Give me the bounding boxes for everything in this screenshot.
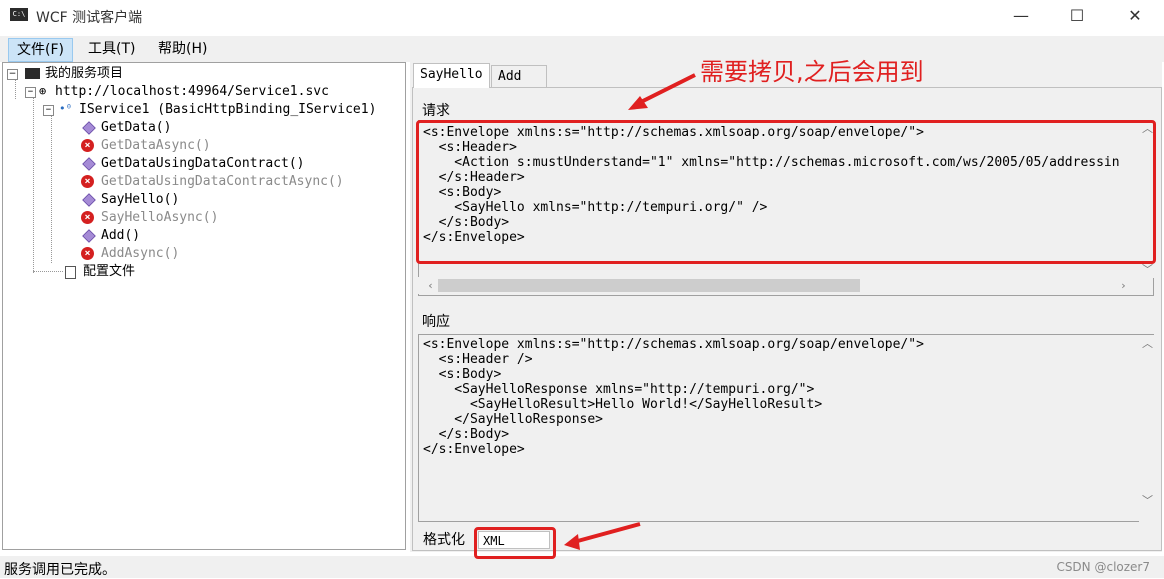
operation-label: SayHello() [101,192,180,207]
operation-label: GetData() [101,120,172,135]
file-icon [65,266,76,279]
operation-label: GetDataUsingDataContractAsync() [101,174,344,189]
title-bar: C:\ WCF 测试客户端 — ☐ ✕ [0,0,1164,34]
tab-add[interactable]: Add [491,65,547,88]
error-icon: × [81,175,94,188]
method-icon [82,193,96,207]
app-icon: C:\ [10,8,28,21]
collapse-icon[interactable]: − [7,69,18,80]
error-icon: × [81,247,94,260]
tree-config-label: 配置文件 [83,264,136,279]
tab-sayhello[interactable]: SayHello [413,63,490,88]
close-button[interactable]: ✕ [1112,0,1158,32]
menu-bar: 文件(F) 工具(T) 帮助(H) [0,36,1164,62]
window-title: WCF 测试客户端 [36,10,143,26]
error-icon: × [81,139,94,152]
error-icon: × [81,211,94,224]
collapse-icon[interactable]: − [43,105,54,116]
project-icon [25,68,40,79]
maximize-button[interactable]: ☐ [1054,0,1100,32]
format-label: 格式化 [423,532,465,548]
scroll-left-icon[interactable]: ‹ [422,277,439,294]
menu-file[interactable]: 文件(F) [8,38,73,62]
arrow-head-icon [564,534,580,550]
method-icon [82,157,96,171]
status-text: 服务调用已完成。 [4,562,116,578]
annotation-arrows [564,73,696,550]
menu-tools[interactable]: 工具(T) [80,38,143,60]
service-tree[interactable]: − 我的服务项目 − ⊕ http://localhost:49964/Serv… [2,62,406,550]
operation-label: AddAsync() [101,246,180,261]
format-highlight-box [474,527,556,559]
globe-icon: ⊕ [39,84,47,98]
operation-label: SayHelloAsync() [101,210,219,225]
operation-label: GetDataAsync() [101,138,211,153]
method-icon [82,121,96,135]
minimize-button[interactable]: — [998,0,1044,32]
tree-contract-label: IService1 (BasicHttpBinding_IService1) [79,102,377,117]
tree-root-label: 我的服务项目 [45,66,124,81]
response-label: 响应 [422,314,450,330]
request-label: 请求 [422,103,450,119]
watermark: CSDN @clozer7 [1056,560,1150,574]
operation-label: Add() [101,228,141,243]
method-icon [82,229,96,243]
tree-endpoint-label: http://localhost:49964/Service1.svc [55,84,329,99]
operation-label: GetDataUsingDataContract() [101,156,305,171]
menu-help[interactable]: 帮助(H) [150,38,215,60]
collapse-icon[interactable]: − [25,87,36,98]
interface-icon: •⁰ [59,102,73,115]
